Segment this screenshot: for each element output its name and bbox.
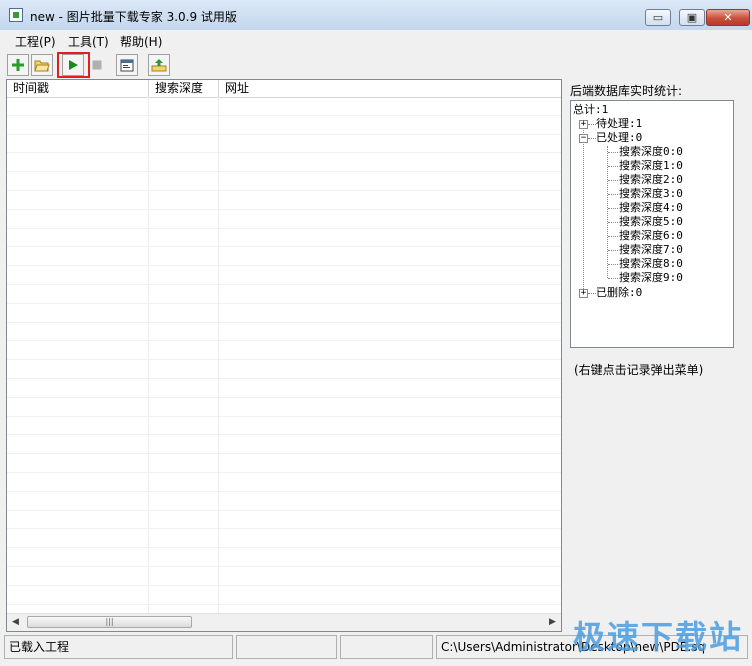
app-icon [9, 8, 23, 22]
scroll-right-icon[interactable]: ▶ [544, 614, 561, 631]
tree-node-depth[interactable]: 搜索深度9:0 [619, 271, 683, 285]
status-pane-3 [340, 635, 433, 659]
table-row[interactable] [7, 135, 561, 154]
open-folder-icon [34, 60, 50, 72]
table-row[interactable] [7, 492, 561, 511]
close-icon: ✕ [723, 11, 733, 24]
status-pane-2 [236, 635, 337, 659]
table-row[interactable] [7, 172, 561, 191]
table-row[interactable] [7, 116, 561, 135]
table-row[interactable] [7, 567, 561, 586]
toolbar [0, 52, 752, 78]
status-message: 已载入工程 [4, 635, 233, 659]
tree-node-depth[interactable]: 搜索深度0:0 [619, 145, 683, 159]
tree-node-depth[interactable]: 搜索深度2:0 [619, 173, 683, 187]
properties-button[interactable] [116, 54, 138, 76]
window-title: new - 图片批量下载专家 3.0.9 试用版 [30, 10, 237, 24]
tree-node-depth[interactable]: 搜索深度4:0 [619, 201, 683, 215]
menu-bar: 工程(P) 工具(T) 帮助(H) [0, 30, 752, 50]
column-header-url[interactable]: 网址 [219, 80, 561, 97]
collapse-minus-icon[interactable]: − [579, 134, 588, 143]
menu-help[interactable]: 帮助(H) [120, 33, 162, 50]
table-row[interactable] [7, 586, 561, 605]
table-row[interactable] [7, 229, 561, 248]
table-row[interactable] [7, 210, 561, 229]
stats-label: 后端数据库实时统计: [570, 84, 683, 98]
context-menu-hint: (右键点击记录弹出菜单) [574, 363, 704, 377]
menu-tools[interactable]: 工具(T) [68, 33, 109, 50]
table-row[interactable] [7, 529, 561, 549]
table-header: 时间戳 搜索深度 网址 [7, 80, 561, 98]
expand-plus-icon[interactable]: + [579, 120, 588, 129]
table-row[interactable] [7, 435, 561, 455]
expand-plus-icon[interactable]: + [579, 289, 588, 298]
stats-tree[interactable]: 总计:1 + 待处理:1 − 已处理:0 搜索深度0:0 搜索深度1:0 搜索深度2… [570, 100, 734, 348]
table-row[interactable] [7, 323, 561, 342]
tree-node-depth[interactable]: 搜索深度8:0 [619, 257, 683, 271]
table-row[interactable] [7, 417, 561, 436]
title-bar: new - 图片批量下载专家 3.0.9 试用版 ▭ ▣ ✕ [0, 0, 752, 31]
column-header-timestamp[interactable]: 时间戳 [7, 80, 149, 97]
open-project-button[interactable] [31, 54, 53, 76]
table-row[interactable] [7, 511, 561, 530]
url-table: 时间戳 搜索深度 网址 ◀ ||| ▶ [6, 79, 562, 632]
close-button[interactable]: ✕ [706, 9, 750, 26]
tree-node-pending[interactable]: 待处理:1 [596, 117, 642, 131]
table-row[interactable] [7, 341, 561, 361]
column-header-depth[interactable]: 搜索深度 [149, 80, 219, 97]
table-row[interactable] [7, 153, 561, 173]
table-row[interactable] [7, 379, 561, 398]
menu-project[interactable]: 工程(P) [15, 33, 56, 50]
maximize-button[interactable]: ▣ [679, 9, 705, 26]
tree-node-depth[interactable]: 搜索深度6:0 [619, 229, 683, 243]
minimize-icon: ▭ [652, 11, 664, 24]
table-row[interactable] [7, 97, 561, 116]
table-row[interactable] [7, 548, 561, 567]
properties-icon [120, 59, 134, 72]
table-row[interactable] [7, 360, 561, 379]
table-row[interactable] [7, 473, 561, 492]
table-body [7, 97, 561, 614]
tree-node-depth[interactable]: 搜索深度5:0 [619, 215, 683, 229]
tree-node-deleted[interactable]: 已删除:0 [596, 286, 642, 300]
table-row[interactable] [7, 398, 561, 417]
horizontal-scrollbar[interactable]: ◀ ||| ▶ [7, 613, 561, 631]
scrollbar-thumb[interactable]: ||| [27, 616, 192, 628]
table-row[interactable] [7, 191, 561, 210]
table-row[interactable] [7, 454, 561, 473]
stop-icon [92, 60, 102, 70]
table-row[interactable] [7, 304, 561, 323]
tree-node-depth[interactable]: 搜索深度1:0 [619, 159, 683, 173]
maximize-icon: ▣ [686, 11, 698, 24]
tree-node-processed[interactable]: 已处理:0 [596, 131, 642, 145]
tree-node-total[interactable]: 总计:1 [573, 103, 608, 117]
export-icon [151, 59, 167, 72]
table-row[interactable] [7, 247, 561, 267]
new-project-button[interactable] [7, 54, 29, 76]
tree-node-depth[interactable]: 搜索深度3:0 [619, 187, 683, 201]
start-button-highlight [57, 52, 90, 78]
tree-node-depth[interactable]: 搜索深度7:0 [619, 243, 683, 257]
scroll-left-icon[interactable]: ◀ [7, 614, 24, 631]
minimize-button[interactable]: ▭ [645, 9, 671, 26]
export-button[interactable] [148, 54, 170, 76]
table-row[interactable] [7, 266, 561, 285]
add-icon [12, 59, 24, 71]
table-row[interactable] [7, 285, 561, 304]
watermark-logo: 极速下载站 [573, 618, 744, 656]
